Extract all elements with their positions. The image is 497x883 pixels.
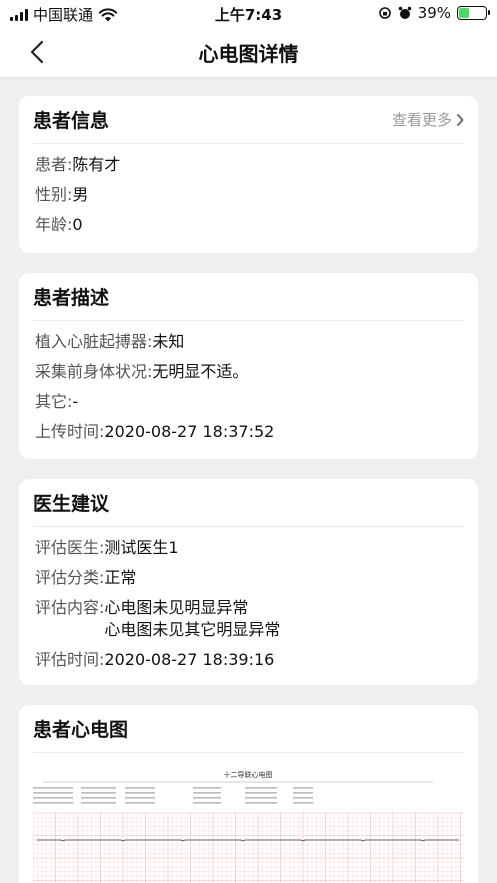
- doctor-value: 测试医生1: [104, 538, 179, 557]
- patient-info-title: 患者信息: [33, 110, 110, 132]
- ecg-report-title: 十二导联心电图: [224, 770, 273, 779]
- patient-name-label: 患者:: [35, 155, 73, 174]
- nav-bar: 心电图详情: [0, 26, 497, 78]
- patient-description-title: 患者描述: [33, 287, 110, 309]
- patient-info-card: 患者信息 查看更多 患者: 陈有才 性别: 男 年龄: 0: [19, 96, 478, 253]
- patient-description-body: 植入心脏起搏器: 未知 采集前身体状况: 无明显不适。 其它: - 上传时间: …: [19, 321, 478, 457]
- content-row: 评估内容: 心电图未见明显异常 心电图未见其它明显异常: [35, 593, 462, 645]
- alarm-icon: [398, 6, 411, 19]
- chevron-right-icon: [457, 113, 464, 126]
- patient-name-value: 陈有才: [72, 155, 121, 174]
- status-right: 39%: [378, 4, 490, 22]
- condition-row: 采集前身体状况: 无明显不适。: [35, 357, 462, 387]
- patient-description-card: 患者描述 植入心脏起搏器: 未知 采集前身体状况: 无明显不适。 其它: - 上…: [19, 273, 478, 459]
- doctor-advice-title: 医生建议: [33, 493, 110, 515]
- other-value: -: [72, 392, 79, 411]
- eval-time-value: 2020-08-27 18:39:16: [104, 650, 275, 669]
- ecg-report-graphic: 十二导联心电图: [33, 765, 464, 883]
- upload-time-value: 2020-08-27 18:37:52: [104, 422, 275, 441]
- category-row: 评估分类: 正常: [35, 563, 462, 593]
- ecg-header: 患者心电图: [33, 705, 464, 753]
- patient-age-label: 年龄:: [35, 215, 73, 234]
- orientation-lock-icon: [378, 7, 391, 19]
- content-label: 评估内容:: [35, 598, 105, 617]
- pacemaker-row: 植入心脏起搏器: 未知: [35, 327, 462, 357]
- pacemaker-label: 植入心脏起搏器:: [35, 332, 153, 351]
- battery-icon: [457, 6, 490, 20]
- patient-gender-row: 性别: 男: [35, 180, 462, 210]
- patient-name-row: 患者: 陈有才: [35, 150, 462, 180]
- eval-time-row: 评估时间: 2020-08-27 18:39:16: [35, 645, 462, 675]
- view-more-label: 查看更多: [391, 111, 452, 129]
- patient-gender-value: 男: [72, 185, 89, 204]
- condition-label: 采集前身体状况:: [35, 362, 153, 381]
- doctor-label: 评估医生:: [35, 538, 105, 557]
- doctor-advice-header: 医生建议: [33, 479, 464, 527]
- doctor-row: 评估医生: 测试医生1: [35, 533, 462, 563]
- doctor-advice-card: 医生建议 评估医生: 测试医生1 评估分类: 正常 评估内容: 心电图未见明显异…: [19, 479, 478, 685]
- other-row: 其它: -: [35, 387, 462, 417]
- ecg-title: 患者心电图: [33, 719, 129, 741]
- other-label: 其它:: [35, 392, 73, 411]
- upload-time-row: 上传时间: 2020-08-27 18:37:52: [35, 417, 462, 447]
- condition-value: 无明显不适。: [152, 362, 249, 381]
- category-label: 评估分类:: [35, 568, 105, 587]
- ecg-image[interactable]: 十二导联心电图: [33, 765, 464, 883]
- content-value: 心电图未见明显异常 心电图未见其它明显异常: [104, 597, 280, 641]
- patient-age-value: 0: [72, 215, 83, 234]
- patient-description-header: 患者描述: [33, 273, 464, 321]
- doctor-advice-body: 评估医生: 测试医生1 评估分类: 正常 评估内容: 心电图未见明显异常 心电图…: [19, 527, 478, 685]
- battery-percent: 39%: [417, 4, 451, 22]
- status-bar: 中国联通 上午7:43 39%: [0, 0, 497, 26]
- page-title: 心电图详情: [198, 42, 299, 66]
- patient-age-row: 年龄: 0: [35, 210, 462, 240]
- content-line-1: 心电图未见明显异常: [104, 598, 249, 617]
- eval-time-label: 评估时间:: [35, 650, 105, 669]
- pacemaker-value: 未知: [152, 332, 185, 351]
- view-more-link[interactable]: 查看更多: [392, 109, 464, 130]
- ecg-card: 患者心电图 十二导联心电图: [19, 705, 478, 883]
- upload-time-label: 上传时间:: [35, 422, 105, 441]
- content-line-2: 心电图未见其它明显异常: [104, 620, 281, 639]
- patient-info-header: 患者信息 查看更多: [33, 96, 464, 144]
- patient-info-body: 患者: 陈有才 性别: 男 年龄: 0: [19, 144, 478, 250]
- category-value: 正常: [104, 568, 137, 587]
- patient-gender-label: 性别:: [35, 185, 73, 204]
